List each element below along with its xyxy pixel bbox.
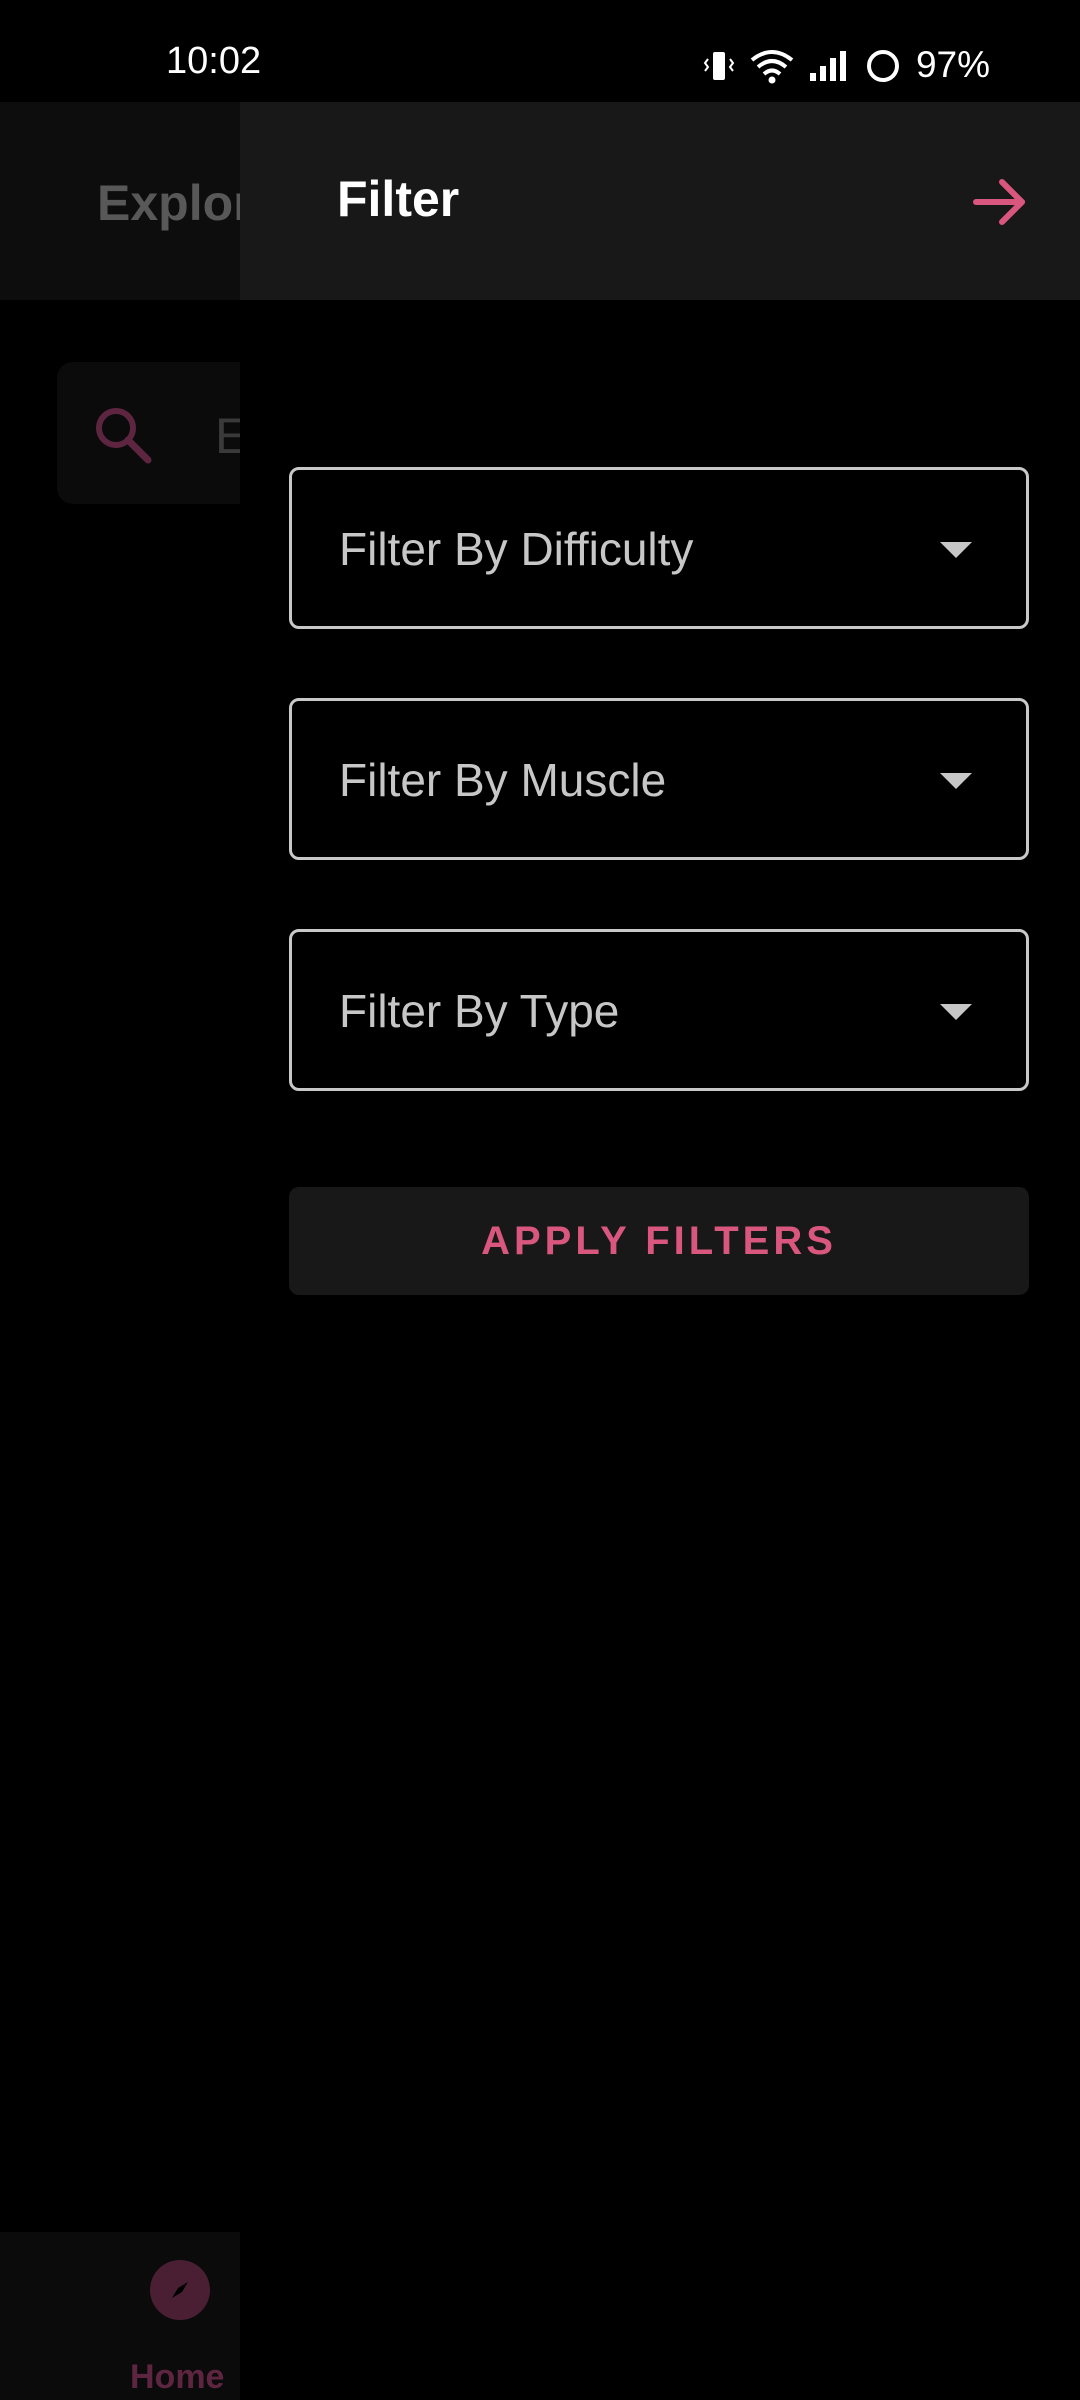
- dropdown-arrow-icon: [940, 1004, 972, 1020]
- status-time: 10:02: [166, 40, 262, 82]
- apply-filters-label: APPLY FILTERS: [481, 1218, 837, 1263]
- vibrate-icon: [702, 49, 736, 88]
- difficulty-filter-dropdown[interactable]: Filter By Difficulty: [289, 467, 1029, 629]
- muscle-filter-dropdown[interactable]: Filter By Muscle: [289, 698, 1029, 860]
- muscle-filter-label: Filter By Muscle: [339, 754, 667, 806]
- status-bar: 10:02 97%: [0, 0, 1080, 102]
- arrow-right-icon: [973, 179, 1025, 225]
- drawer-header: Filter: [240, 102, 1080, 300]
- filter-drawer: Filter Filter By Difficulty Filter By Mu…: [240, 102, 1080, 2400]
- apply-filters-button[interactable]: APPLY FILTERS: [289, 1187, 1029, 1295]
- dropdown-arrow-icon: [940, 542, 972, 558]
- close-drawer-button[interactable]: [960, 162, 1040, 242]
- drawer-title: Filter: [337, 171, 460, 227]
- difficulty-filter-label: Filter By Difficulty: [339, 523, 694, 575]
- background-title: Explor: [97, 175, 240, 231]
- background-screen: Explor E Home: [0, 102, 240, 2400]
- battery-percentage: 97%: [915, 43, 990, 85]
- signal-icon: [808, 49, 850, 88]
- wifi-icon: [750, 48, 794, 89]
- battery-ring-icon: [864, 47, 902, 90]
- dropdown-arrow-icon: [940, 773, 972, 789]
- type-filter-dropdown[interactable]: Filter By Type: [289, 929, 1029, 1091]
- search-icon: [92, 404, 154, 471]
- compass-icon: [150, 2260, 210, 2320]
- background-app-bar: Explor: [0, 102, 240, 300]
- home-nav-label: Home: [130, 2358, 225, 2396]
- status-icons: 97%: [702, 43, 990, 90]
- type-filter-label: Filter By Type: [339, 985, 620, 1037]
- background-search-placeholder: E: [215, 408, 240, 464]
